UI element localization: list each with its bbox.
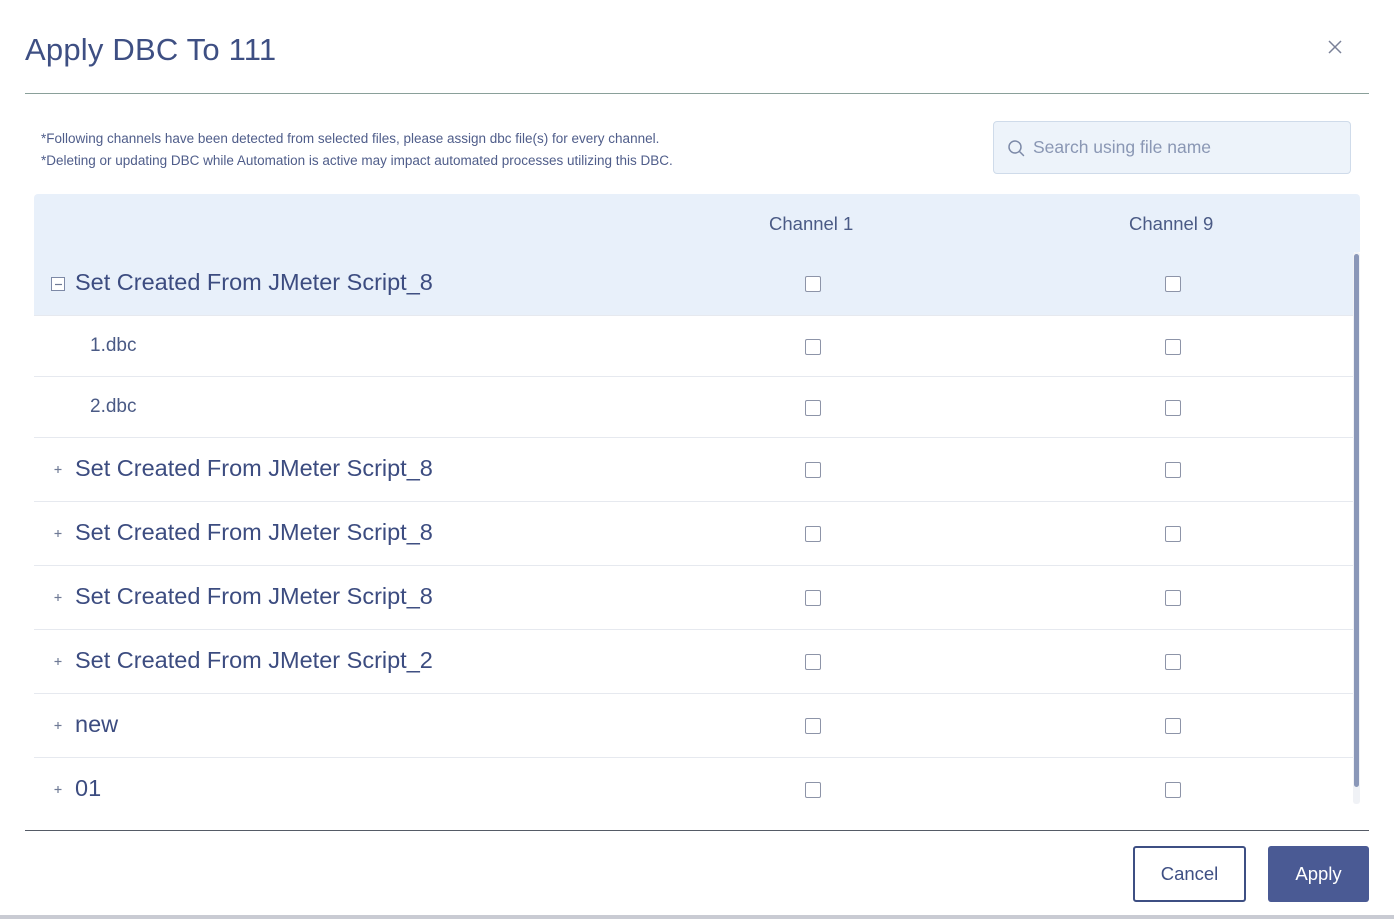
apply-dbc-dialog: Apply DBC To 111 *Following channels hav… [0, 0, 1394, 919]
channel-9-checkbox[interactable] [1165, 526, 1181, 542]
instruction-note-1: *Following channels have been detected f… [41, 131, 660, 146]
table-header: Channel 1 Channel 9 [34, 194, 1360, 252]
expand-toggle[interactable] [51, 591, 65, 605]
cancel-button[interactable]: Cancel [1133, 846, 1246, 902]
channel-9-checkbox[interactable] [1165, 276, 1181, 292]
header-divider [25, 93, 1369, 94]
child-row: 2.dbc [34, 377, 1354, 438]
file-label: 1.dbc [90, 335, 137, 356]
group-label: Set Created From JMeter Script_8 [75, 455, 433, 481]
expand-toggle[interactable] [51, 527, 65, 541]
column-header-channel-1: Channel 1 [769, 213, 854, 234]
plus-icon [54, 786, 62, 793]
dialog-bottom-edge [0, 915, 1394, 919]
expand-toggle[interactable] [51, 719, 65, 733]
channel-1-checkbox[interactable] [805, 526, 821, 542]
group-row: Set Created From JMeter Script_2 [34, 630, 1354, 694]
file-label: 2.dbc [90, 396, 137, 417]
plus-icon [54, 722, 62, 729]
plus-icon [54, 466, 62, 473]
plus-icon [54, 658, 62, 665]
instruction-note-2: *Deleting or updating DBC while Automati… [41, 153, 673, 168]
instructions: *Following channels have been detected f… [41, 128, 673, 172]
channel-1-checkbox[interactable] [805, 718, 821, 734]
channel-1-checkbox[interactable] [805, 400, 821, 416]
apply-button[interactable]: Apply [1268, 846, 1369, 902]
dbc-table: Channel 1 Channel 9 Set Created From JMe… [34, 194, 1360, 801]
channel-1-checkbox[interactable] [805, 654, 821, 670]
channel-1-checkbox[interactable] [805, 462, 821, 478]
channel-9-checkbox[interactable] [1165, 590, 1181, 606]
group-label: Set Created From JMeter Script_8 [75, 519, 433, 545]
search-box[interactable] [993, 121, 1351, 174]
group-label: 01 [75, 775, 102, 801]
channel-9-checkbox[interactable] [1165, 654, 1181, 670]
group-row: 01 [34, 758, 1354, 804]
group-label: Set Created From JMeter Script_2 [75, 647, 433, 673]
group-row: Set Created From JMeter Script_8 [34, 252, 1354, 316]
close-icon [1328, 40, 1342, 54]
group-label: new [75, 711, 119, 737]
collapse-toggle[interactable] [51, 277, 65, 291]
channel-1-checkbox[interactable] [805, 339, 821, 355]
expand-toggle[interactable] [51, 783, 65, 797]
search-icon [1008, 139, 1025, 156]
channel-1-checkbox[interactable] [805, 590, 821, 606]
plus-icon [54, 530, 62, 537]
minus-icon [55, 283, 62, 286]
expand-toggle[interactable] [51, 463, 65, 477]
close-button[interactable] [1322, 34, 1348, 60]
channel-1-checkbox[interactable] [805, 276, 821, 292]
group-row: Set Created From JMeter Script_8 [34, 502, 1354, 566]
group-label: Set Created From JMeter Script_8 [75, 583, 433, 609]
group-row: new [34, 694, 1354, 758]
search-input[interactable] [1031, 136, 1335, 159]
footer-divider [25, 830, 1369, 831]
channel-9-checkbox[interactable] [1165, 718, 1181, 734]
channel-9-checkbox[interactable] [1165, 782, 1181, 798]
group-row: Set Created From JMeter Script_8 [34, 438, 1354, 502]
group-row: Set Created From JMeter Script_8 [34, 566, 1354, 630]
channel-9-checkbox[interactable] [1165, 462, 1181, 478]
channel-9-checkbox[interactable] [1165, 400, 1181, 416]
dialog-title: Apply DBC To 111 [25, 32, 277, 67]
plus-icon [54, 594, 62, 601]
scrollbar-thumb[interactable] [1354, 254, 1359, 787]
column-header-channel-9: Channel 9 [1129, 213, 1214, 234]
table-body: Set Created From JMeter Script_8 1.dbc 2.d… [34, 252, 1354, 804]
channel-1-checkbox[interactable] [805, 782, 821, 798]
group-label: Set Created From JMeter Script_8 [75, 269, 433, 295]
expand-toggle[interactable] [51, 655, 65, 669]
channel-9-checkbox[interactable] [1165, 339, 1181, 355]
child-row: 1.dbc [34, 316, 1354, 377]
